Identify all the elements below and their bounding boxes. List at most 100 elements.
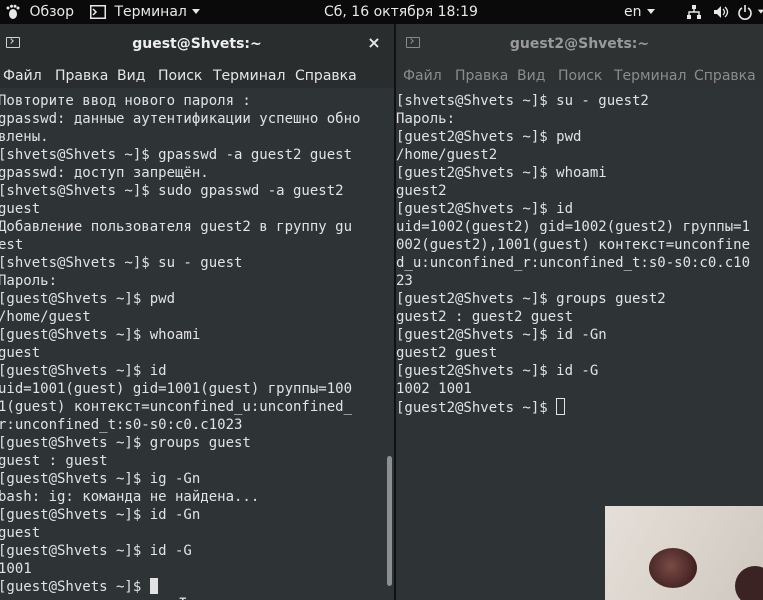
terminal-line-text: [guest2@Shvets ~]$ id: [396, 201, 574, 217]
window-title: guest@Shvets:~: [132, 36, 262, 52]
terminal-line: /home/guest: [0, 308, 394, 326]
terminal-line: влены.: [0, 128, 394, 146]
terminal-line: [guest@Shvets ~]$ whoami: [0, 326, 394, 344]
terminal-line-text: [guest@Shvets ~]$: [0, 579, 150, 595]
title-bar[interactable]: guest@Shvets:~ ×: [0, 24, 394, 64]
terminal-line-text: gpasswd: доступ запрещён.: [0, 165, 209, 181]
terminal-line: [guest2@Shvets ~]$ whoami: [396, 164, 763, 182]
terminal-lines: Повторите ввод нового пароля : gpasswd: д…: [0, 92, 394, 596]
terminal-line: [guest@Shvets ~]$ pwd: [0, 290, 394, 308]
terminal-line-text: guest: [0, 525, 41, 541]
terminal-line: guest : guest: [0, 452, 394, 470]
terminal-line-text: uid=1002(guest2) gid=1002(guest2) группы…: [396, 219, 751, 235]
power-icon[interactable]: [737, 0, 763, 24]
terminal-line-text: [guest@Shvets ~]$ groups guest: [0, 435, 251, 451]
terminal-line: Пароль:: [0, 272, 394, 290]
terminal-line: uid=1002(guest2) gid=1002(guest2) группы…: [396, 218, 763, 236]
terminal-line: 1001: [0, 560, 394, 578]
terminal-line-text: [guest2@Shvets ~]$ whoami: [396, 165, 607, 181]
close-button[interactable]: ×: [364, 33, 384, 53]
terminal-window-guest: guest@Shvets:~ × Файл Правка Вид Поиск Т…: [0, 24, 394, 600]
menu-terminal[interactable]: Терминал: [614, 64, 686, 88]
network-icon[interactable]: [686, 0, 702, 24]
menu-help[interactable]: Справка: [694, 64, 756, 88]
terminal-line: [guest@Shvets ~]$ id: [0, 362, 394, 380]
activities-button[interactable]: Обзор: [5, 0, 74, 24]
keyboard-layout-button[interactable]: en: [624, 0, 656, 24]
menu-help[interactable]: Справка: [295, 64, 357, 88]
terminal-line-text: guest2: [396, 183, 447, 199]
terminal-line-text: guest: [0, 345, 41, 361]
terminal-line-text: 1(guest) контекст=unconfined_u:unconfine…: [0, 399, 353, 415]
activities-label: Обзор: [29, 4, 75, 20]
terminal-line: 002(guest2),1001(guest) контекст=unconfi…: [396, 236, 763, 254]
text-cursor-icon: I: [178, 594, 188, 600]
terminal-line-text: 002(guest2),1001(guest) контекст=unconfi…: [396, 237, 751, 253]
menu-file[interactable]: Файл: [3, 64, 42, 88]
title-bar[interactable]: guest2@Shvets:~: [396, 24, 763, 64]
menu-search[interactable]: Поиск: [558, 64, 602, 88]
scrollbar-thumb[interactable]: [387, 456, 392, 586]
terminal-line: [guest2@Shvets ~]$: [396, 398, 763, 416]
terminal-line-text: [guest2@Shvets ~]$ id -G: [396, 363, 599, 379]
terminal-line-text: [guest@Shvets ~]$ whoami: [0, 327, 201, 343]
terminal-line-text: est: [0, 237, 24, 253]
volume-icon[interactable]: [713, 0, 729, 24]
terminal-line-text: [guest2@Shvets ~]$ id -Gn: [396, 327, 607, 343]
terminal-line: uid=1001(guest) gid=1001(guest) группы=1…: [0, 380, 394, 398]
menu-view[interactable]: Вид: [517, 64, 545, 88]
terminal-line: d_u:unconfined_r:unconfined_t:s0-s0:c0.c…: [396, 254, 763, 272]
terminal-line: [guest@Shvets ~]$ ig -Gn: [0, 470, 394, 488]
chevron-down-icon: [646, 9, 655, 14]
clock[interactable]: Сб, 16 октября 18:19: [324, 0, 478, 24]
menu-file[interactable]: Файл: [403, 64, 442, 88]
menu-terminal[interactable]: Терминал: [213, 64, 285, 88]
terminal-line: [shvets@Shvets ~]$ sudo gpasswd -a guest…: [0, 182, 394, 200]
terminal-line-text: bash: ig: команда не найдена...: [0, 489, 260, 505]
terminal-line: [shvets@Shvets ~]$ su - guest2: [396, 92, 763, 110]
app-menu-button[interactable]: Терминал: [90, 0, 201, 24]
terminal-line-text: [shvets@Shvets ~]$ sudo gpasswd -a guest…: [0, 183, 344, 199]
terminal-cursor: [556, 398, 566, 415]
terminal-line-text: d_u:unconfined_r:unconfined_t:s0-s0:c0.c…: [396, 255, 751, 271]
menu-search[interactable]: Поиск: [158, 64, 202, 88]
menu-bar: Файл Правка Вид Поиск Терминал Справка: [396, 64, 763, 88]
terminal-line-text: Пароль:: [0, 273, 58, 289]
terminal-line: gpasswd: данные аутентификации успешно о…: [0, 110, 394, 128]
terminal-output[interactable]: Повторите ввод нового пароля : gpasswd: д…: [0, 88, 394, 600]
terminal-line: gpasswd: доступ запрещён.: [0, 164, 394, 182]
terminal-line-text: gpasswd: данные аутентификации успешно о…: [0, 111, 361, 127]
menu-bar: Файл Правка Вид Поиск Терминал Справка: [0, 64, 394, 88]
window-title: guest2@Shvets:~: [509, 36, 650, 52]
terminal-line-text: [guest@Shvets ~]$ ig -Gn: [0, 471, 201, 487]
terminal-line-text: [guest@Shvets ~]$ id: [0, 363, 167, 379]
terminal-line-text: Пароль:: [396, 111, 456, 127]
terminal-line-text: /home/guest: [0, 309, 91, 325]
terminal-line: r:unconfined_t:s0-s0:c0.c1023: [0, 416, 394, 434]
menu-edit[interactable]: Правка: [55, 64, 108, 88]
terminal-line: [guest@Shvets ~]$ id -G: [0, 542, 394, 560]
terminal-cursor: [149, 578, 158, 594]
terminal-line: bash: ig: команда не найдена...: [0, 488, 394, 506]
top-bar: Обзор Терминал Сб, 16 октября 18:19 en: [0, 0, 763, 24]
webcam-overlay: [605, 506, 763, 600]
finger-image: [735, 566, 763, 600]
terminal-app-icon: [90, 5, 106, 19]
terminal-line: [guest2@Shvets ~]$ id -Gn: [396, 326, 763, 344]
terminal-line-text: guest2 : guest2 guest: [396, 309, 574, 325]
menu-edit[interactable]: Правка: [455, 64, 508, 88]
terminal-line: guest: [0, 200, 394, 218]
menu-view[interactable]: Вид: [117, 64, 145, 88]
terminal-line-text: [guest@Shvets ~]$ pwd: [0, 291, 176, 307]
terminal-line: Добавление пользователя guest2 в группу …: [0, 218, 394, 236]
terminal-line: guest2 : guest2 guest: [396, 308, 763, 326]
terminal-line: 1002 1001: [396, 380, 763, 398]
terminal-line-text: uid=1001(guest) gid=1001(guest) группы=1…: [0, 381, 353, 397]
terminal-line-text: Добавление пользователя guest2 в группу …: [0, 219, 353, 235]
terminal-line-text: [guest2@Shvets ~]$ pwd: [396, 129, 582, 145]
terminal-line-text: [guest@Shvets ~]$ id -Gn: [0, 507, 201, 523]
terminal-line: 1(guest) контекст=unconfined_u:unconfine…: [0, 398, 394, 416]
terminal-line: [guest@Shvets ~]$ groups guest: [0, 434, 394, 452]
coin-image: [649, 548, 697, 588]
terminal-line-text: [shvets@Shvets ~]$ su - guest2: [396, 93, 649, 109]
